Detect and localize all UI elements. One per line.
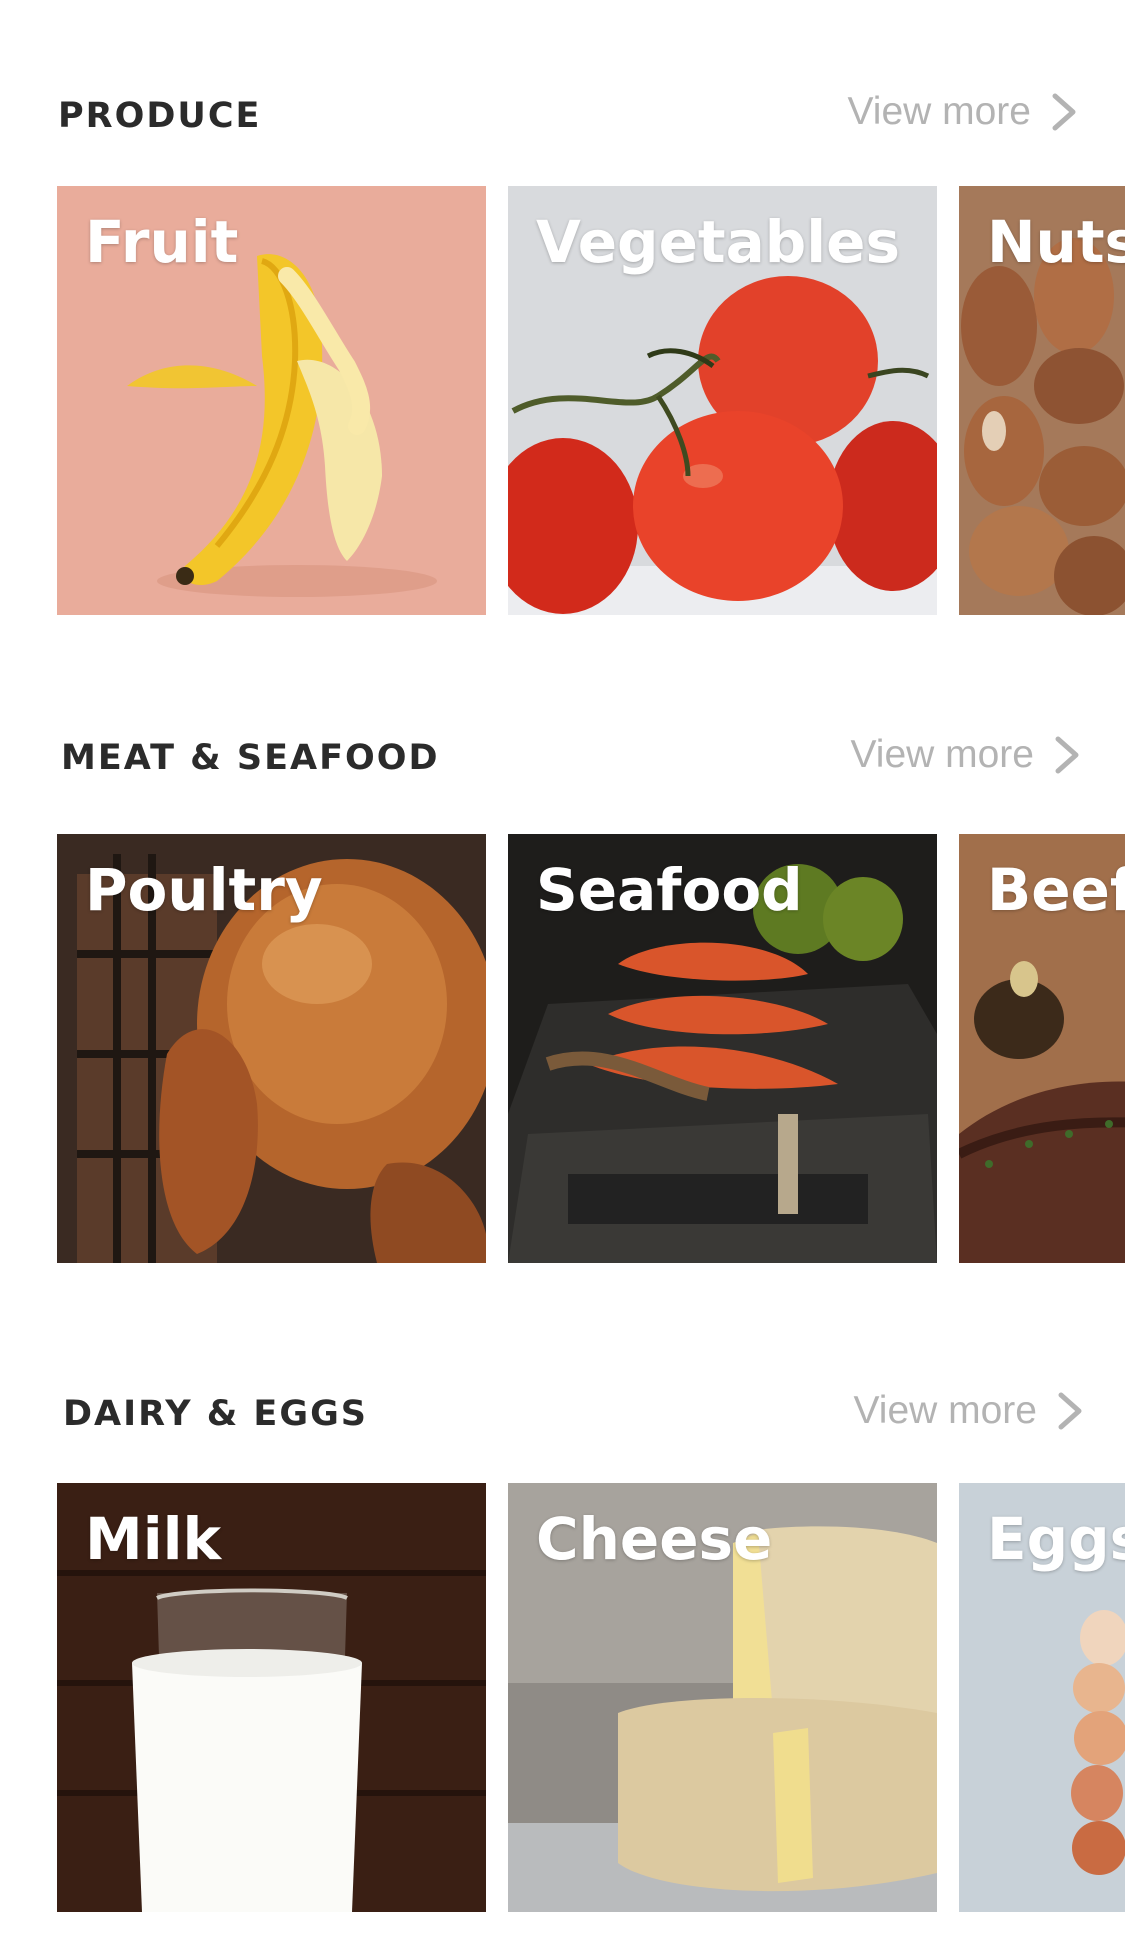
meat-seafood-carousel[interactable]: Poultry Seafood Beef (57, 834, 1125, 1263)
produce-section: PRODUCE View more Fruit Vegetables Nuts (0, 0, 1125, 640)
view-more-label: View more (847, 90, 1031, 133)
produce-carousel[interactable]: Fruit Vegetables Nuts (57, 186, 1125, 615)
card-label: Milk (85, 1505, 222, 1573)
card-label: Cheese (536, 1505, 773, 1573)
view-more-label: View more (853, 1389, 1037, 1432)
dairy-eggs-section: DAIRY & EGGS View more Milk Cheese Egg (0, 1290, 1125, 1935)
category-card-vegetables[interactable]: Vegetables (508, 186, 937, 615)
view-more-link[interactable]: View more (850, 733, 1084, 777)
category-card-fruit[interactable]: Fruit (57, 186, 486, 615)
view-more-link[interactable]: View more (847, 90, 1081, 134)
section-title: MEAT & SEAFOOD (61, 738, 440, 778)
card-label: Eggs (987, 1505, 1125, 1573)
section-title: PRODUCE (58, 96, 262, 136)
card-label: Fruit (85, 208, 239, 276)
category-card-cheese[interactable]: Cheese (508, 1483, 937, 1912)
view-more-link[interactable]: View more (853, 1389, 1087, 1433)
chevron-right-icon (1058, 1392, 1082, 1430)
card-label: Nuts (987, 208, 1125, 276)
chevron-right-icon (1052, 93, 1076, 131)
card-label: Beef (987, 856, 1125, 924)
card-label: Seafood (536, 856, 803, 924)
category-card-beef[interactable]: Beef (959, 834, 1125, 1263)
section-title: DAIRY & EGGS (63, 1394, 369, 1434)
category-card-eggs[interactable]: Eggs (959, 1483, 1125, 1912)
chevron-right-icon (1055, 736, 1079, 774)
category-card-nuts[interactable]: Nuts (959, 186, 1125, 615)
card-label: Poultry (85, 856, 323, 924)
category-card-milk[interactable]: Milk (57, 1483, 486, 1912)
category-card-poultry[interactable]: Poultry (57, 834, 486, 1263)
card-label: Vegetables (536, 208, 901, 276)
meat-seafood-section: MEAT & SEAFOOD View more Poultry Seafood… (0, 640, 1125, 1280)
view-more-label: View more (850, 733, 1034, 776)
dairy-eggs-carousel[interactable]: Milk Cheese Egg (57, 1483, 1125, 1912)
category-card-seafood[interactable]: Seafood (508, 834, 937, 1263)
